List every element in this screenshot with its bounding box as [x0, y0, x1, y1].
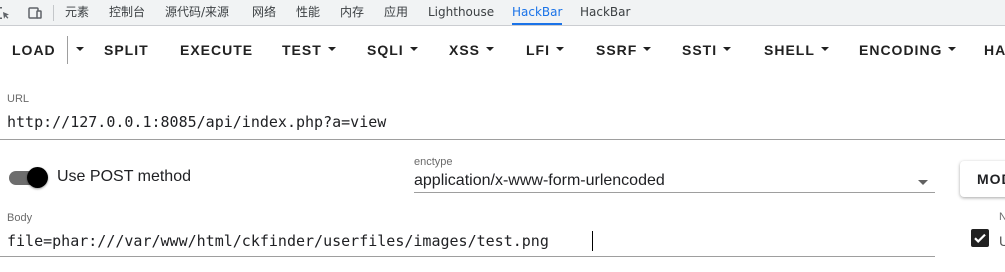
chevron-down-icon — [723, 47, 732, 52]
body-label: Body — [7, 212, 33, 224]
encoding-menu-label: ENCODING — [859, 42, 943, 58]
tab-lighthouse[interactable]: Lighthouse — [428, 0, 494, 25]
sqli-menu-label: SQLI — [367, 42, 404, 58]
enable-checkbox[interactable] — [971, 229, 989, 247]
ssrf-menu-button[interactable]: SSRF — [596, 26, 652, 74]
enctype-underline — [414, 192, 935, 193]
tab-console[interactable]: 控制台 — [109, 0, 145, 25]
toolbar-divider — [67, 36, 68, 64]
devtools-tab-bar: 元素 控制台 源代码/来源 网络 性能 内存 应用 Lighthouse Hac… — [0, 0, 1005, 26]
chevron-down-icon — [327, 47, 336, 52]
lfi-menu-button[interactable]: LFI — [526, 26, 564, 74]
tab-hackbar[interactable]: HackBar — [580, 0, 630, 25]
tab-hackbar-active[interactable]: HackBar — [512, 0, 563, 25]
tab-network[interactable]: 网络 — [252, 0, 276, 25]
ssrf-menu-label: SSRF — [596, 42, 638, 58]
shell-menu-button[interactable]: SHELL — [764, 26, 829, 74]
load-dropdown-button[interactable] — [70, 26, 84, 74]
ssti-menu-button[interactable]: SSTI — [682, 26, 732, 74]
modify-header-button[interactable]: MOD — [960, 161, 1005, 197]
execute-button[interactable]: EXECUTE — [180, 26, 253, 74]
xss-menu-button[interactable]: XSS — [449, 26, 495, 74]
enctype-select[interactable]: application/x-www-form-urlencoded — [414, 172, 665, 190]
lfi-menu-label: LFI — [526, 42, 550, 58]
url-input[interactable]: http://127.0.0.1:8085/api/index.php?a=vi… — [7, 113, 386, 131]
chevron-down-icon — [409, 47, 418, 52]
tab-memory[interactable]: 内存 — [340, 0, 364, 25]
url-underline — [0, 139, 1005, 140]
chevron-down-icon — [486, 47, 495, 52]
chevron-down-icon — [948, 47, 957, 52]
enctype-label: enctype — [414, 156, 453, 168]
url-label: URL — [7, 93, 30, 105]
tab-application[interactable]: 应用 — [384, 0, 408, 25]
clipped-menu-button[interactable]: HA — [984, 26, 1005, 74]
tab-elements[interactable]: 元素 — [65, 0, 89, 25]
xss-menu-label: XSS — [449, 42, 481, 58]
encoding-menu-button[interactable]: ENCODING — [859, 26, 957, 74]
sqli-menu-button[interactable]: SQLI — [367, 26, 418, 74]
toggle-thumb — [27, 167, 48, 188]
shell-menu-label: SHELL — [764, 42, 815, 58]
tab-performance[interactable]: 性能 — [296, 0, 320, 25]
dropdown-arrow-icon[interactable] — [918, 180, 928, 185]
hackbar-toolbar: LOAD SPLIT EXECUTE TEST SQLI XSS LFI SSR… — [0, 26, 1005, 74]
post-method-label: Use POST method — [57, 168, 191, 185]
tab-separator — [53, 5, 54, 21]
chevron-down-icon — [820, 47, 829, 52]
ssti-menu-label: SSTI — [682, 42, 718, 58]
inspect-element-icon[interactable] — [0, 5, 11, 21]
checkmark-icon — [974, 233, 986, 243]
test-menu-button[interactable]: TEST — [282, 26, 336, 74]
test-menu-label: TEST — [282, 42, 322, 58]
text-cursor — [592, 231, 593, 251]
chevron-down-icon — [556, 47, 564, 52]
body-underline — [0, 256, 935, 257]
checkbox-label: U — [999, 233, 1005, 249]
chevron-down-icon — [76, 47, 84, 52]
clipped-label: N — [999, 211, 1005, 223]
body-input[interactable]: file=phar:///var/www/html/ckfinder/userf… — [7, 232, 549, 250]
post-method-toggle[interactable] — [9, 167, 48, 188]
chevron-down-icon — [643, 47, 652, 52]
load-button[interactable]: LOAD — [12, 26, 56, 74]
split-button[interactable]: SPLIT — [104, 26, 149, 74]
tab-sources[interactable]: 源代码/来源 — [165, 0, 229, 25]
device-toolbar-icon[interactable] — [27, 5, 43, 21]
